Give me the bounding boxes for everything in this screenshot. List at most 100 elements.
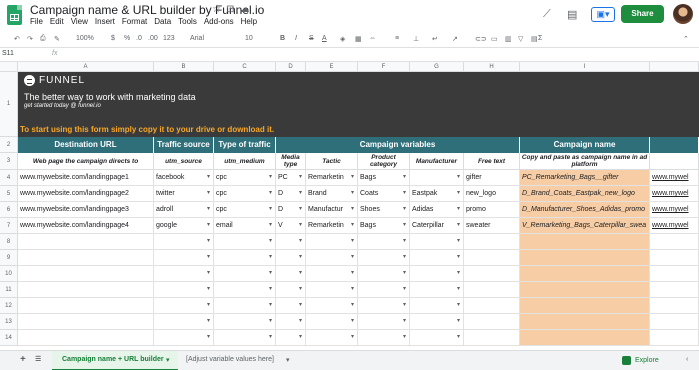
cell-utm-source[interactable] — [154, 330, 214, 346]
align-icon[interactable]: ≡ — [395, 35, 399, 42]
cell-link[interactable] — [650, 250, 699, 266]
cell-utm-medium[interactable]: email — [214, 218, 276, 234]
column-header-d[interactable]: D — [276, 62, 306, 72]
row-header-7[interactable]: 7 — [0, 218, 18, 234]
sheet-tab-adjust-values[interactable]: [Adjust variable values here] — [186, 356, 274, 363]
cell-destination-url[interactable] — [18, 234, 154, 250]
insert-chart-icon[interactable]: ▥ — [505, 35, 512, 43]
cell-media-type[interactable] — [276, 250, 306, 266]
row-header-14[interactable]: 14 — [0, 330, 18, 346]
cell-utm-medium[interactable] — [214, 298, 276, 314]
cell-destination-url[interactable]: www.mywebsite.com/landingpage4 — [18, 218, 154, 234]
cell-tactic[interactable]: Manufactur — [306, 202, 358, 218]
insert-comment-icon[interactable]: ▭ — [491, 35, 498, 43]
cell-campaign-name[interactable]: PC_Remarketing_Bags__gifter — [520, 170, 650, 186]
cell-product-category[interactable] — [358, 266, 410, 282]
more-formats-select[interactable]: 123 — [163, 35, 175, 42]
cell-manufacturer[interactable]: Eastpak — [410, 186, 464, 202]
share-button[interactable]: Share — [621, 5, 664, 23]
row-header-1[interactable]: 1 — [0, 72, 18, 137]
increase-decimal-button[interactable]: .00 — [148, 35, 158, 42]
cell-manufacturer[interactable] — [410, 250, 464, 266]
cell-free-text[interactable] — [464, 250, 520, 266]
row-header-8[interactable]: 8 — [0, 234, 18, 250]
move-icon[interactable]: ⊡ — [226, 4, 239, 15]
cell-link[interactable] — [650, 330, 699, 346]
cell-manufacturer[interactable] — [410, 314, 464, 330]
cell-manufacturer[interactable]: Adidas — [410, 202, 464, 218]
sheets-logo-icon[interactable] — [7, 5, 22, 25]
cell-utm-source[interactable]: adroll — [154, 202, 214, 218]
cell-utm-medium[interactable] — [214, 330, 276, 346]
cell-media-type[interactable] — [276, 330, 306, 346]
paint-format-icon[interactable]: ✎ — [54, 35, 60, 43]
cell-link[interactable] — [650, 266, 699, 282]
cell-product-category[interactable]: Bags — [358, 170, 410, 186]
insert-link-icon[interactable]: ⊂⊃ — [475, 35, 487, 43]
filter-views-icon[interactable]: ▤ — [531, 35, 538, 43]
cell-media-type[interactable]: D — [276, 186, 306, 202]
cell-product-category[interactable]: Coats — [358, 186, 410, 202]
cell-tactic[interactable] — [306, 234, 358, 250]
cell-utm-source[interactable]: twitter — [154, 186, 214, 202]
italic-button[interactable]: I — [295, 35, 297, 42]
cell-utm-medium[interactable]: cpc — [214, 170, 276, 186]
cell-destination-url[interactable] — [18, 330, 154, 346]
cell-utm-source[interactable]: facebook — [154, 170, 214, 186]
cell-tactic[interactable]: Brand — [306, 186, 358, 202]
cell-media-type[interactable]: V — [276, 218, 306, 234]
decrease-decimal-button[interactable]: .0 — [136, 35, 142, 42]
activity-trend-icon[interactable]: ⟋ — [543, 8, 551, 21]
row-header-9[interactable]: 9 — [0, 250, 18, 266]
cell-product-category[interactable]: Shoes — [358, 202, 410, 218]
cell-link[interactable]: www.mywel — [650, 170, 699, 186]
cell-campaign-name[interactable] — [520, 266, 650, 282]
cell-campaign-name[interactable]: D_Brand_Coats_Eastpak_new_logo — [520, 186, 650, 202]
cell-utm-medium[interactable]: cpc — [214, 202, 276, 218]
column-header-c[interactable]: C — [214, 62, 276, 72]
zoom-select[interactable]: 100% — [76, 35, 94, 42]
collapse-side-panel-icon[interactable]: ‹ — [686, 356, 688, 363]
column-header-e[interactable]: E — [306, 62, 358, 72]
cell-free-text[interactable]: promo — [464, 202, 520, 218]
cell-media-type[interactable] — [276, 266, 306, 282]
row-header-4[interactable]: 4 — [0, 170, 18, 186]
cell-destination-url[interactable]: www.mywebsite.com/landingpage1 — [18, 170, 154, 186]
banner-subline[interactable]: get started today @ funnel.io — [24, 103, 101, 109]
cell-utm-medium[interactable] — [214, 250, 276, 266]
row-header-6[interactable]: 6 — [0, 202, 18, 218]
column-header-h[interactable]: H — [464, 62, 520, 72]
cell-destination-url[interactable] — [18, 250, 154, 266]
merge-cells-icon[interactable]: ⇔ — [369, 35, 376, 42]
row-header-10[interactable]: 10 — [0, 266, 18, 282]
cell-free-text[interactable] — [464, 298, 520, 314]
cell-utm-source[interactable] — [154, 234, 214, 250]
text-wrap-icon[interactable]: ↵ — [432, 35, 438, 43]
cell-product-category[interactable] — [358, 330, 410, 346]
cell-utm-source[interactable] — [154, 298, 214, 314]
vertical-align-icon[interactable]: ⊥ — [413, 35, 419, 43]
cell-free-text[interactable]: new_logo — [464, 186, 520, 202]
cell-destination-url[interactable] — [18, 314, 154, 330]
cell-link[interactable]: www.mywel — [650, 218, 699, 234]
cell-utm-medium[interactable]: cpc — [214, 186, 276, 202]
cell-manufacturer[interactable]: Caterpillar — [410, 218, 464, 234]
cell-destination-url[interactable]: www.mywebsite.com/landingpage3 — [18, 202, 154, 218]
cell-utm-source[interactable] — [154, 282, 214, 298]
cell-free-text[interactable] — [464, 234, 520, 250]
cell-media-type[interactable] — [276, 314, 306, 330]
cell-campaign-name[interactable] — [520, 250, 650, 266]
cell-destination-url[interactable] — [18, 298, 154, 314]
cell-link[interactable] — [650, 314, 699, 330]
cell-product-category[interactable]: Bags — [358, 218, 410, 234]
cell-link[interactable]: www.mywel — [650, 186, 699, 202]
column-header-a[interactable]: A — [18, 62, 154, 72]
cell-media-type[interactable] — [276, 298, 306, 314]
cell-campaign-name[interactable] — [520, 314, 650, 330]
comments-icon[interactable]: ▤ — [567, 8, 577, 21]
menu-edit[interactable]: Edit — [50, 17, 64, 26]
cell-free-text[interactable] — [464, 282, 520, 298]
cell-manufacturer[interactable] — [410, 298, 464, 314]
cell-media-type[interactable] — [276, 234, 306, 250]
all-sheets-icon[interactable]: ☰ — [35, 355, 41, 363]
